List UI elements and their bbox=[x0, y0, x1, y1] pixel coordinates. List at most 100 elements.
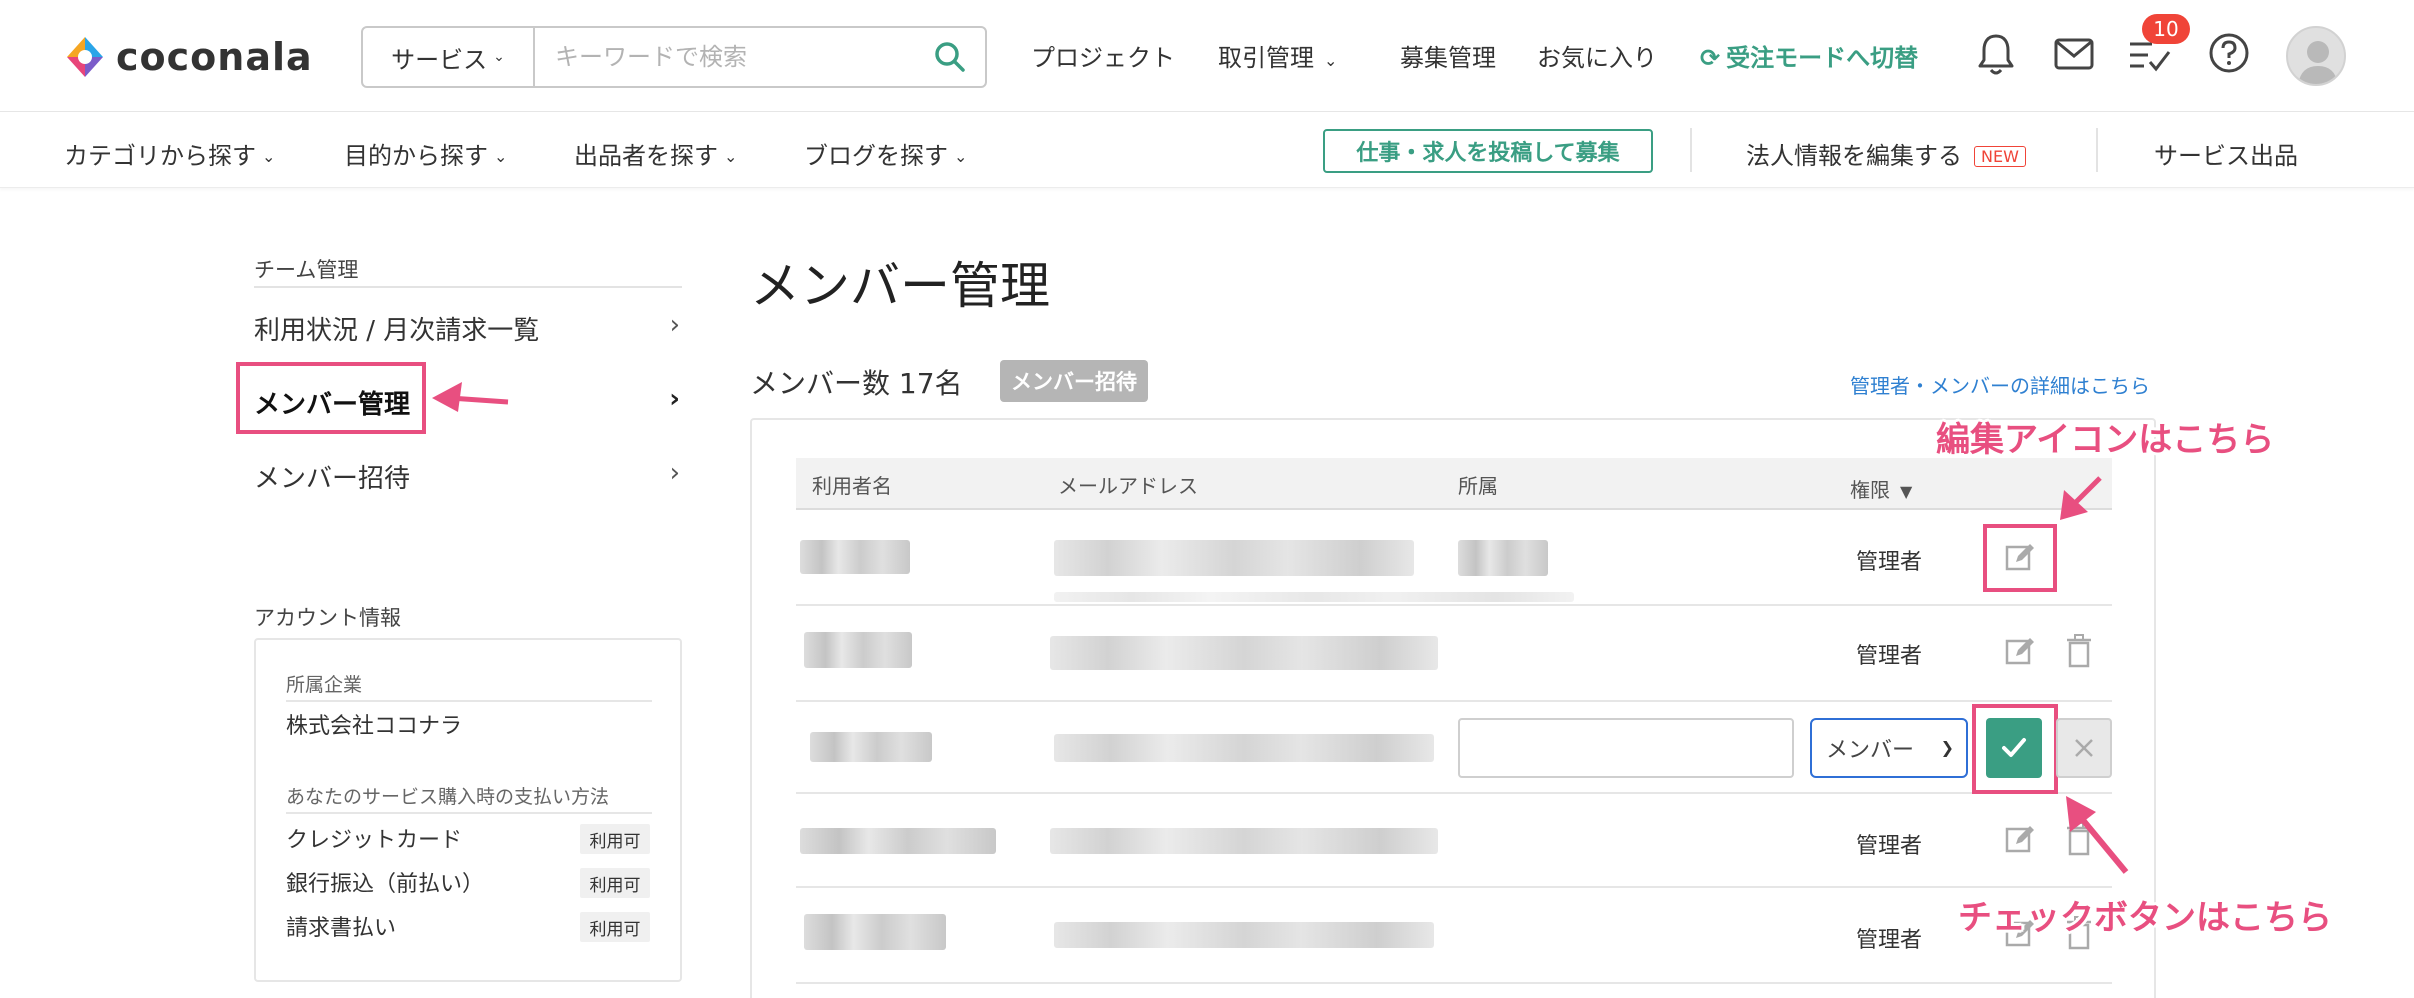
site-header: coconala サービス ⌄ プロジェクト 取引管理⌄ 募集管理 お気に入り … bbox=[0, 0, 2414, 112]
chevron-right-icon: › bbox=[669, 458, 680, 488]
highlight-box bbox=[1983, 524, 2057, 592]
blurred-email bbox=[1054, 734, 1434, 762]
highlight-box bbox=[1972, 704, 2058, 794]
member-count: メンバー数 17名 bbox=[750, 367, 963, 400]
nav-favorites[interactable]: お気に入り bbox=[1537, 38, 1657, 73]
post-job-button[interactable]: 仕事・求人を投稿して募集 bbox=[1323, 129, 1653, 173]
chevron-down-icon: ❯ bbox=[1940, 738, 1954, 757]
default-avatar-icon bbox=[2298, 41, 2338, 84]
status-badge: 利用可 bbox=[580, 912, 650, 942]
role-value: 管理者 bbox=[1856, 550, 1923, 575]
logo-mark-icon bbox=[67, 37, 103, 77]
sidebar-item-label: メンバー招待 bbox=[254, 464, 411, 494]
blurred-email bbox=[1054, 592, 1574, 602]
nav-recruit[interactable]: 募集管理 bbox=[1400, 38, 1496, 73]
help-icon[interactable] bbox=[2208, 32, 2250, 74]
column-header-affiliation: 所属 bbox=[1458, 474, 1498, 498]
chevron-down-icon: ⌄ bbox=[1324, 51, 1338, 70]
cancel-button[interactable] bbox=[2056, 718, 2112, 778]
mode-switch-label: 受注モードへ切替 bbox=[1726, 44, 1919, 72]
trash-icon[interactable] bbox=[2066, 822, 2092, 856]
team-heading: チーム管理 bbox=[254, 258, 359, 282]
blurred-name bbox=[800, 540, 910, 574]
trash-icon[interactable] bbox=[2066, 634, 2092, 668]
mode-switch-link[interactable]: ⟳ 受注モードへ切替 bbox=[1700, 38, 1918, 73]
divider bbox=[2096, 128, 2098, 172]
role-value: 管理者 bbox=[1856, 928, 1923, 953]
chevron-right-icon: › bbox=[669, 310, 680, 340]
chevron-right-icon: › bbox=[669, 384, 680, 414]
browse-category-menu[interactable]: カテゴリから探す ⌄ bbox=[64, 136, 275, 171]
payment-name: 銀行振込（前払い） bbox=[286, 872, 485, 897]
blurred-name bbox=[800, 828, 996, 854]
payment-name: 請求書払い bbox=[286, 916, 397, 941]
affiliation-input[interactable] bbox=[1458, 718, 1794, 778]
column-header-email: メールアドレス bbox=[1058, 474, 1198, 498]
blurred-email bbox=[1054, 540, 1414, 576]
table-header bbox=[796, 458, 2112, 510]
company-name: 株式会社ココナラ bbox=[286, 714, 463, 739]
browse-category-label: カテゴリから探す bbox=[64, 142, 256, 170]
sidebar-item-label: 利用状況 / 月次請求一覧 bbox=[254, 316, 540, 346]
nav-transactions[interactable]: 取引管理 ⌄ bbox=[1218, 38, 1337, 73]
browse-seller-label: 出品者を探す bbox=[574, 142, 718, 170]
bell-icon[interactable] bbox=[1976, 30, 2016, 78]
column-header-role[interactable]: 権限 ▼ bbox=[1850, 474, 1912, 503]
mail-icon[interactable] bbox=[2054, 38, 2094, 70]
column-header-name: 利用者名 bbox=[812, 474, 892, 498]
blurred-affiliation bbox=[1458, 540, 1548, 576]
search-button[interactable] bbox=[915, 28, 985, 86]
search-input[interactable] bbox=[535, 28, 915, 86]
member-invite-badge[interactable]: メンバー招待 bbox=[1000, 360, 1148, 402]
browse-blog-label: ブログを探す bbox=[804, 142, 948, 170]
nav-project[interactable]: プロジェクト bbox=[1031, 38, 1175, 73]
chevron-down-icon: ⌄ bbox=[954, 147, 968, 166]
divider bbox=[286, 812, 652, 814]
blurred-name bbox=[804, 632, 912, 668]
close-icon bbox=[2075, 739, 2093, 757]
logo-text: coconala bbox=[116, 35, 313, 79]
sub-navigation: カテゴリから探す ⌄ 目的から探す ⌄ 出品者を探す ⌄ ブログを探す ⌄ 仕事・求人を… bbox=[0, 112, 2414, 188]
divider bbox=[1690, 128, 1692, 172]
browse-blog-menu[interactable]: ブログを探す ⌄ bbox=[804, 136, 967, 171]
payment-name: クレジットカード bbox=[286, 828, 463, 853]
member-detail-link[interactable]: 管理者・メンバーの詳細はこちら bbox=[1850, 370, 2150, 399]
edit-corp-label: 法人情報を編集する bbox=[1746, 142, 1962, 170]
status-badge: 利用可 bbox=[580, 868, 650, 898]
search-category-select[interactable]: サービス ⌄ bbox=[363, 28, 535, 86]
account-info-card: 所属企業 株式会社ココナラ あなたのサービス購入時の支払い方法 クレジットカード… bbox=[254, 638, 682, 982]
role-value: 管理者 bbox=[1856, 834, 1923, 859]
browse-purpose-menu[interactable]: 目的から探す ⌄ bbox=[344, 136, 507, 171]
edit-corp-link[interactable]: 法人情報を編集する NEW bbox=[1746, 136, 2026, 171]
list-service-link[interactable]: サービス出品 bbox=[2154, 136, 2298, 171]
edit-icon[interactable] bbox=[2004, 636, 2036, 668]
filter-icon: ▼ bbox=[1900, 482, 1913, 501]
search-icon bbox=[935, 42, 965, 72]
sidebar-item-usage[interactable]: 利用状況 / 月次請求一覧 › bbox=[254, 310, 682, 347]
divider bbox=[286, 700, 652, 702]
sidebar-item-member-invite[interactable]: メンバー招待 › bbox=[254, 458, 682, 495]
status-badge: 利用可 bbox=[580, 824, 650, 854]
refresh-icon: ⟳ bbox=[1700, 44, 1721, 72]
divider bbox=[254, 286, 682, 288]
todo-count-badge: 10 bbox=[2142, 14, 2190, 44]
check-button-annotation: チェックボタンはこちら bbox=[1958, 898, 2332, 938]
user-avatar[interactable] bbox=[2286, 26, 2346, 86]
role-select[interactable]: メンバー ❯ bbox=[1810, 718, 1968, 778]
blurred-email bbox=[1054, 922, 1434, 948]
edit-icon[interactable] bbox=[2004, 824, 2036, 856]
chevron-down-icon: ⌄ bbox=[493, 49, 505, 65]
search-category-label: サービス bbox=[391, 45, 488, 74]
account-heading: アカウント情報 bbox=[254, 606, 401, 630]
role-select-value: メンバー bbox=[1826, 738, 1915, 763]
blurred-name bbox=[804, 914, 946, 950]
highlight-box bbox=[236, 362, 426, 434]
browse-purpose-label: 目的から探す bbox=[344, 142, 488, 170]
browse-seller-menu[interactable]: 出品者を探す ⌄ bbox=[574, 136, 737, 171]
new-badge: NEW bbox=[1974, 146, 2026, 167]
chevron-down-icon: ⌄ bbox=[724, 147, 738, 166]
coconala-logo[interactable]: coconala bbox=[62, 32, 313, 82]
blurred-email bbox=[1050, 828, 1438, 854]
role-value: 管理者 bbox=[1856, 644, 1923, 669]
column-header-role-label: 権限 bbox=[1850, 478, 1890, 502]
